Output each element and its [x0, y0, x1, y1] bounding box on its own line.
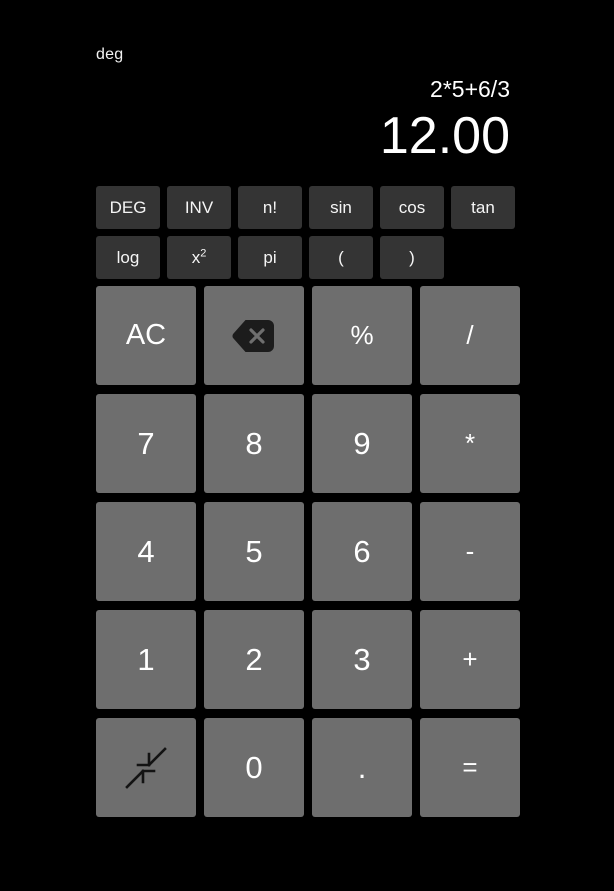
angle-mode-label: deg — [96, 46, 124, 63]
tan-button[interactable]: tan — [451, 186, 515, 229]
digit-1-button[interactable]: 1 — [96, 610, 196, 709]
factorial-button[interactable]: n! — [238, 186, 302, 229]
log-button[interactable]: log — [96, 236, 160, 279]
calculator-keypad: AC % / 7 8 9 * 4 5 6 - 1 2 3 + 0 . = — [96, 286, 520, 817]
function-row-2: log x2 pi ( ) — [96, 236, 518, 279]
pi-button[interactable]: pi — [238, 236, 302, 279]
digit-3-button[interactable]: 3 — [312, 610, 412, 709]
digit-2-button[interactable]: 2 — [204, 610, 304, 709]
square-base: x — [191, 248, 201, 267]
decimal-point-button[interactable]: . — [312, 718, 412, 817]
digit-6-button[interactable]: 6 — [312, 502, 412, 601]
cos-button[interactable]: cos — [380, 186, 444, 229]
close-paren-button[interactable]: ) — [380, 236, 444, 279]
result-text: 12.00 — [379, 107, 510, 165]
backspace-icon — [204, 286, 304, 385]
plus-button[interactable]: + — [420, 610, 520, 709]
digit-8-button[interactable]: 8 — [204, 394, 304, 493]
equals-button[interactable]: = — [420, 718, 520, 817]
multiply-button[interactable]: * — [420, 394, 520, 493]
minus-button[interactable]: - — [420, 502, 520, 601]
calculator-app: deg 2*5+6/3 12.00 DEG INV n! sin cos tan… — [0, 0, 614, 891]
all-clear-button[interactable]: AC — [96, 286, 196, 385]
collapse-icon — [96, 718, 196, 817]
expression-text: 2*5+6/3 — [430, 76, 510, 102]
square-button[interactable]: x2 — [167, 236, 231, 279]
digit-0-button[interactable]: 0 — [204, 718, 304, 817]
square-exponent: 2 — [200, 247, 207, 260]
deg-button[interactable]: DEG — [96, 186, 160, 229]
digit-7-button[interactable]: 7 — [96, 394, 196, 493]
calculator-display: deg 2*5+6/3 12.00 — [96, 40, 518, 170]
digit-5-button[interactable]: 5 — [204, 502, 304, 601]
digit-4-button[interactable]: 4 — [96, 502, 196, 601]
digit-9-button[interactable]: 9 — [312, 394, 412, 493]
divide-button[interactable]: / — [420, 286, 520, 385]
inv-button[interactable]: INV — [167, 186, 231, 229]
collapse-button[interactable] — [96, 718, 196, 817]
open-paren-button[interactable]: ( — [309, 236, 373, 279]
sin-button[interactable]: sin — [309, 186, 373, 229]
percent-button[interactable]: % — [312, 286, 412, 385]
function-row-1: DEG INV n! sin cos tan — [96, 186, 518, 229]
backspace-button[interactable] — [204, 286, 304, 385]
function-button-area: DEG INV n! sin cos tan log x2 pi ( ) — [96, 186, 518, 286]
